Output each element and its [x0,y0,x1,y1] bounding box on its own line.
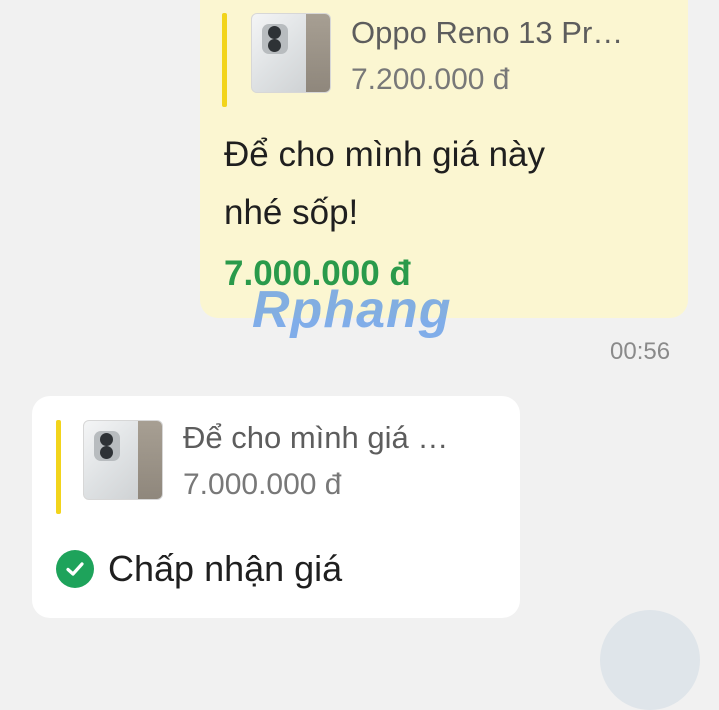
sent-quote-card[interactable]: Oppo Reno 13 Pr… 7.200.000 đ [222,13,623,107]
received-quote-card[interactable]: Để cho mình giá … 7.000.000 đ [56,420,448,514]
quote-message-title: Để cho mình giá … [183,420,449,455]
floating-action-button[interactable] [600,610,700,710]
message-timestamp: 00:56 [610,338,671,365]
thumbnail-shadow [138,421,162,499]
accept-price-row[interactable]: Chấp nhận giá [56,548,342,590]
quote-bar [222,13,227,107]
quote-message-price: 7.000.000 đ [183,468,342,501]
thumbnail-shadow [306,14,330,92]
message-text-line-1: Để cho mình giá này [224,135,546,174]
check-circle-icon [56,550,94,588]
message-text-line-2: nhé sốp! [224,193,359,232]
product-thumbnail [83,420,163,500]
camera-icon [262,24,288,54]
accept-price-label: Chấp nhận giá [108,548,343,589]
watermark-logo: Rphang [252,281,452,339]
product-thumbnail [251,13,331,93]
quote-product-title: Oppo Reno 13 Pr… [351,15,624,50]
quote-bar [56,420,61,514]
quote-product-price: 7.200.000 đ [351,63,510,96]
camera-icon [94,431,120,461]
